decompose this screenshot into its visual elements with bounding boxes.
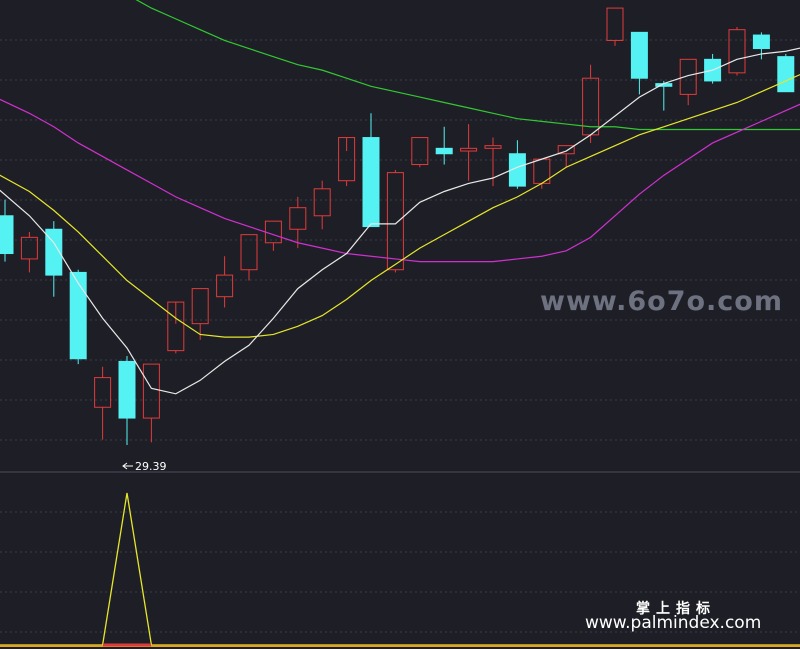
candles <box>0 7 795 446</box>
up-candle <box>191 288 209 340</box>
grid <box>0 39 800 633</box>
candle-body <box>435 147 453 155</box>
candle-body <box>142 363 160 419</box>
candle-body <box>20 236 38 260</box>
down-candle <box>704 53 722 84</box>
candle-body <box>484 145 502 149</box>
up-candle <box>240 234 258 281</box>
candle-body <box>289 207 307 230</box>
up-candle <box>606 7 624 46</box>
candle-body <box>264 220 282 244</box>
up-candle <box>338 137 356 187</box>
down-candle <box>630 31 648 95</box>
up-candle <box>94 366 112 440</box>
candlestick-chart: 29.39 <box>0 0 800 647</box>
candle-body <box>240 234 258 271</box>
candle-body <box>191 288 209 325</box>
candle-body <box>630 31 648 79</box>
candle-body <box>386 172 404 271</box>
up-candle <box>557 145 575 168</box>
down-candle <box>655 80 673 111</box>
up-candle <box>411 137 429 168</box>
candle-body <box>313 188 331 217</box>
low-marker: 29.39 <box>122 460 167 473</box>
candle-body <box>216 274 234 298</box>
candle-body <box>460 147 478 152</box>
candle-body <box>69 271 87 360</box>
candle-body <box>118 360 136 419</box>
up-candle <box>167 301 185 354</box>
watermark-brand-url: www.palmindex.com <box>585 613 762 633</box>
candle-body <box>94 377 112 408</box>
candle-body <box>752 34 770 50</box>
low-marker-label: 29.39 <box>135 460 167 473</box>
down-candle <box>45 221 63 297</box>
down-candle <box>508 140 526 189</box>
down-candle <box>435 126 453 165</box>
down-candle <box>362 113 380 228</box>
candle-body <box>606 7 624 41</box>
up-candle <box>20 231 38 273</box>
candle-body <box>777 56 795 93</box>
up-candle <box>679 58 697 106</box>
down-candle <box>118 356 136 446</box>
watermark-site: www.6o7o.com <box>540 286 783 317</box>
up-candle <box>728 26 746 76</box>
up-candle <box>313 180 331 230</box>
up-candle <box>142 363 160 443</box>
up-candle <box>216 256 234 308</box>
up-candle <box>386 169 404 273</box>
candle-body <box>0 215 14 255</box>
candle-body <box>362 137 380 228</box>
candle-body <box>728 29 746 74</box>
down-candle <box>777 53 795 93</box>
up-candle <box>460 124 478 181</box>
up-candle <box>533 158 551 189</box>
ma-white-line <box>0 47 800 395</box>
down-candle <box>0 199 14 262</box>
